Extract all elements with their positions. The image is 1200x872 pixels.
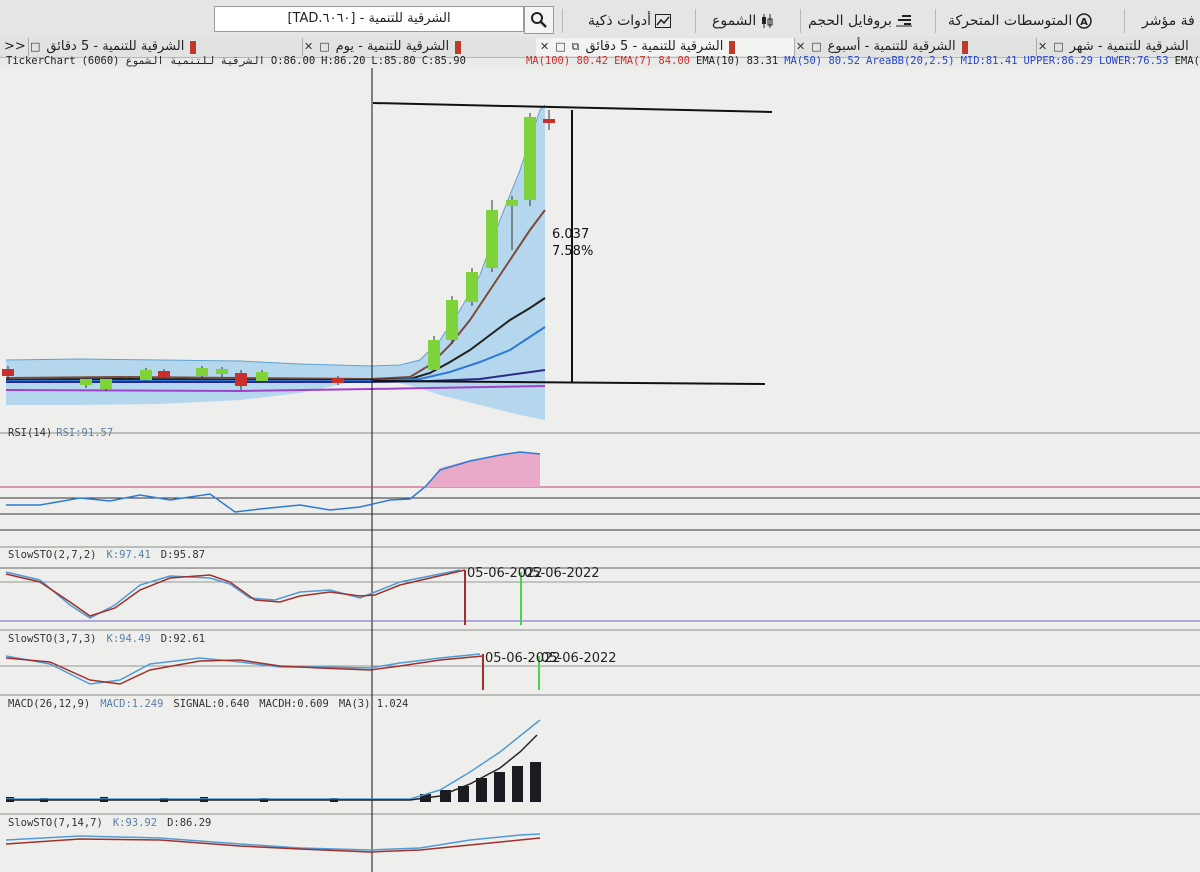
candle-body [158, 371, 170, 377]
chart-background [0, 68, 1200, 872]
candle-body [80, 379, 92, 385]
measurement-value: 6.037 [552, 227, 590, 242]
sto1-title: SlowSTO(2,7,2) [8, 549, 97, 561]
macdh-value: MACDH:0.609 [259, 698, 329, 710]
candle-body [196, 368, 208, 376]
candle-body [486, 210, 498, 268]
measurement-percent: 7.58% [552, 244, 594, 259]
candle-body [2, 369, 14, 376]
sto3-k-value: K:93.92 [112, 817, 158, 829]
candle-body [466, 272, 478, 302]
sto3-title: SlowSTO(7,14,7) [8, 817, 103, 829]
sto2-k-value: K:94.49 [106, 633, 151, 645]
macd-ma-value: MA(3) 1.024 [338, 698, 409, 710]
candle-body [100, 379, 112, 389]
candle-body [216, 369, 228, 374]
sto2-label: SlowSTO(3,7,3) K:94.49 D:92.61 [8, 633, 205, 645]
candle-body [428, 340, 440, 370]
macd-signal-value: SIGNAL:0.640 [173, 698, 250, 710]
sto2-d-value: D:92.61 [160, 633, 206, 645]
rsi-label: RSI(14) RSI:91.57 [8, 427, 113, 439]
candle-body [256, 372, 268, 381]
candle-body [543, 119, 555, 123]
candle-body [446, 300, 458, 340]
sto1-d-value: D:95.87 [160, 549, 206, 561]
macd-histogram-bar [512, 766, 523, 802]
sto2-date-green: 05-06-2022 [541, 651, 617, 666]
candle-body [235, 373, 247, 386]
candle-body [506, 200, 518, 206]
candle-body [140, 370, 152, 380]
macd-title: MACD(26,12,9) [8, 698, 91, 710]
chart-canvas[interactable] [0, 0, 1200, 872]
macd-histogram-bar [494, 772, 505, 802]
sto1-k-value: K:97.41 [106, 549, 151, 561]
sto1-date-green: 05-06-2022 [524, 566, 600, 581]
macd-label: MACD(26,12,9) MACD:1.249 SIGNAL:0.640 MACDH… [8, 698, 408, 710]
candle-body [524, 117, 536, 200]
measurement-label: 6.037 7.58% [552, 226, 593, 260]
sto3-d-value: D:86.29 [167, 817, 212, 829]
sto1-label: SlowSTO(2,7,2) K:97.41 D:95.87 [8, 549, 205, 561]
macd-histogram-bar [530, 762, 541, 802]
macd-histogram-bar [476, 778, 487, 802]
macd-value: MACD:1.249 [100, 698, 164, 710]
candle-body [332, 378, 344, 383]
rsi-title: RSI(14) [8, 427, 53, 439]
sto3-label: SlowSTO(7,14,7) K:93.92 D:86.29 [8, 817, 211, 829]
rsi-value: RSI:91.57 [56, 427, 114, 439]
sto2-title: SlowSTO(3,7,3) [8, 633, 97, 645]
